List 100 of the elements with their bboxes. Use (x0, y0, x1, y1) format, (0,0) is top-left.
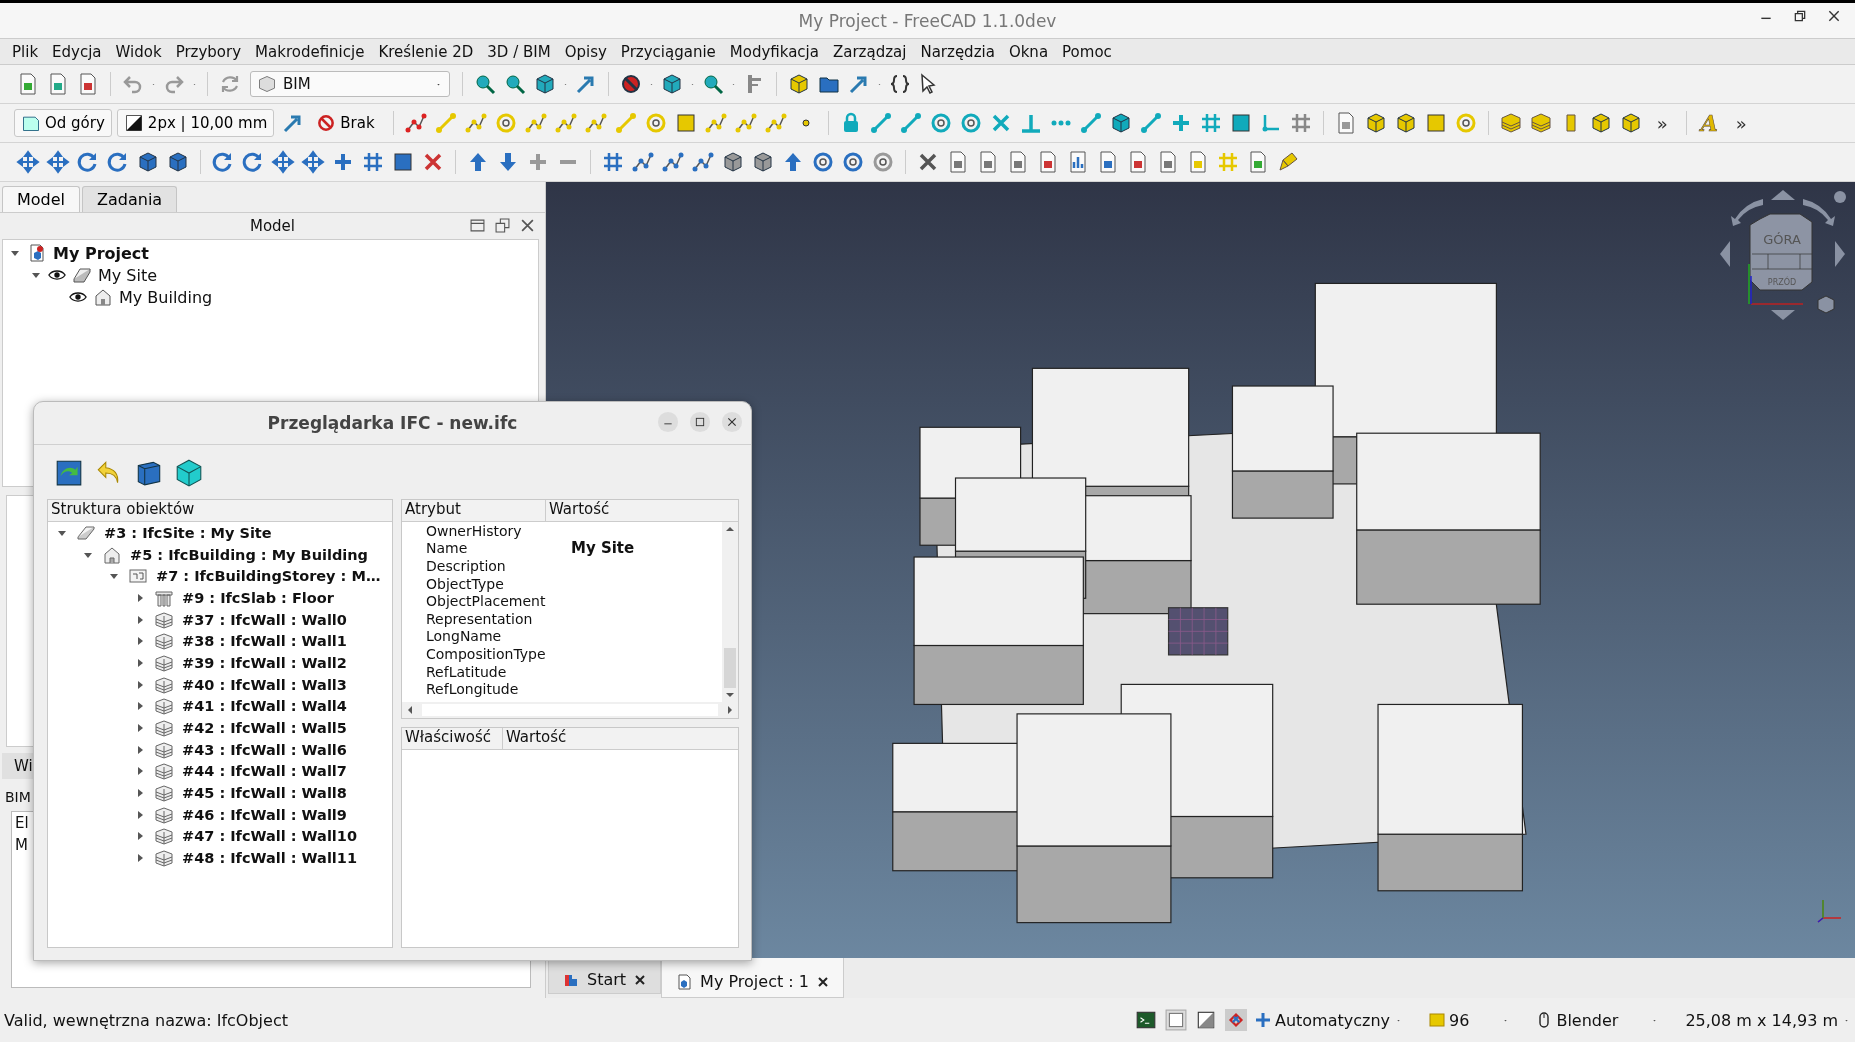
tree-item[interactable]: #41 : IfcWall : Wall4 (182, 698, 347, 715)
close-icon[interactable] (816, 975, 829, 988)
attribute-name: OwnerHistory (426, 522, 523, 539)
menu-item[interactable]: Narzędzia (920, 42, 995, 61)
menu-item[interactable]: Widok (115, 42, 162, 61)
float-icon[interactable] (495, 218, 510, 233)
mouse-style-dropdown[interactable]: Blender (1536, 1010, 1660, 1030)
close-icon[interactable] (520, 218, 535, 233)
close-icon[interactable] (634, 973, 647, 986)
panel-tab[interactable]: Zadania (82, 186, 178, 212)
tree-item[interactable]: #7 : IfcBuildingStorey : M… (156, 568, 381, 585)
attribute-name: Representation (426, 610, 534, 627)
menu-item[interactable]: Plik (12, 42, 39, 61)
scroll-thumb[interactable] (724, 648, 736, 688)
scroll-up-icon[interactable] (725, 525, 735, 533)
more-tools-button[interactable]: » (1646, 112, 1678, 134)
tree-item[interactable]: #39 : IfcWall : Wall2 (182, 654, 347, 671)
attribute-name: CompositionType (426, 645, 547, 662)
tree-item[interactable]: #48 : IfcWall : Wall11 (182, 850, 357, 867)
menu-item[interactable]: Przybory (175, 42, 242, 61)
eye-icon[interactable] (69, 291, 87, 303)
list-item[interactable]: M (15, 834, 28, 856)
column-header: Struktura obiektów (48, 500, 392, 522)
window-title: My Project - FreeCAD 1.1.0dev (798, 10, 1057, 31)
column-header: El (15, 813, 29, 834)
attribute-value: My Site (571, 539, 635, 558)
column-header: Wartość (548, 500, 611, 520)
tree-item[interactable]: My Project (53, 243, 149, 263)
workbench-dropdown[interactable]: BIM (250, 71, 450, 97)
building-icon (93, 287, 113, 307)
ifc-icon[interactable] (1224, 1009, 1247, 1031)
close-icon[interactable] (721, 411, 743, 433)
menu-item[interactable]: 3D / BIM (487, 42, 551, 61)
tree-item[interactable]: #42 : IfcWall : Wall5 (182, 720, 347, 737)
move-icon (1254, 1012, 1271, 1028)
column-header: Atrybut (402, 500, 546, 521)
line-style-button[interactable]: 2px | 10,00 mm (116, 109, 275, 137)
report-view-icon[interactable] (1164, 1009, 1187, 1031)
dialog-title: Przeglądarka IFC - new.ifc (267, 413, 518, 433)
menu-item[interactable]: Przyciąganie (620, 42, 716, 61)
prohibited-icon (316, 113, 337, 133)
tree-item[interactable]: #37 : IfcWall : Wall0 (182, 611, 347, 628)
attribute-name: RefLatitude (426, 663, 508, 680)
tree-item[interactable]: #45 : IfcWall : Wall8 (182, 785, 347, 802)
panel-title: Model (249, 217, 295, 235)
page-dropdown[interactable]: 96 (1429, 1010, 1511, 1030)
navigation-style-dropdown[interactable]: Automatyczny (1254, 1010, 1404, 1030)
tree-item[interactable]: My Site (98, 265, 158, 285)
restore-icon[interactable] (1793, 9, 1807, 23)
tree-item[interactable]: #5 : IfcBuilding : My Building (130, 546, 368, 563)
view-button[interactable]: Od góry (14, 109, 112, 137)
panel-title: BIM (4, 788, 32, 807)
move-icon[interactable] (269, 148, 297, 176)
menu-item[interactable]: Zarządzaj (832, 42, 907, 61)
project-icon (27, 243, 47, 263)
menu-item[interactable]: Edycja (52, 42, 102, 61)
menu-item[interactable]: Makrodefinicje (255, 42, 365, 61)
terminal-icon[interactable] (1134, 1009, 1157, 1031)
maximize-icon[interactable] (689, 411, 711, 433)
attribute-name: LongName (426, 628, 503, 645)
attribute-name: RefLongitude (426, 681, 520, 698)
tree-item[interactable]: #46 : IfcWall : Wall9 (182, 806, 347, 823)
tree-item[interactable]: #9 : IfcSlab : Floor (182, 589, 334, 606)
tree-item[interactable]: My Building (119, 287, 213, 307)
tree-item[interactable]: #38 : IfcWall : Wall1 (182, 633, 347, 650)
status-message: Valid, wewnętrzna nazwa: IfcObject (4, 1010, 288, 1030)
menu-item[interactable]: Modyfikacja (729, 42, 819, 61)
scroll-left-icon[interactable] (406, 705, 414, 715)
scroll-down-icon[interactable] (725, 691, 735, 699)
line-color-icon (123, 113, 144, 133)
panel-tab[interactable]: Model (2, 186, 81, 212)
more-tools-button[interactable]: » (1725, 112, 1757, 134)
menu-item[interactable]: Kreślenie 2D (378, 42, 474, 61)
document-tab[interactable]: My Project : 1 (661, 958, 844, 998)
site-icon (72, 265, 92, 285)
attribute-name: ObjectPlacement (426, 593, 547, 610)
tree-item[interactable]: #3 : IfcSite : My Site (104, 524, 272, 541)
move-icon[interactable] (299, 148, 327, 176)
dimensions-dropdown[interactable]: 25,08 m x 14,93 m (1685, 1010, 1851, 1030)
attribute-name: Description (426, 558, 507, 574)
tree-item[interactable]: #47 : IfcWall : Wall10 (182, 828, 357, 845)
menu-item[interactable]: Opisy (564, 42, 607, 61)
snap-style-button[interactable]: Brak (309, 109, 382, 137)
document-icon (676, 973, 693, 990)
eye-icon[interactable] (48, 269, 66, 281)
scroll-right-icon[interactable] (726, 705, 734, 715)
collapse-icon[interactable] (470, 218, 485, 233)
menu-item[interactable]: Okna (1008, 42, 1049, 61)
tree-item[interactable]: #44 : IfcWall : Wall7 (182, 763, 347, 780)
attribute-name: Name (426, 540, 469, 557)
building-model-drawing[interactable] (892, 282, 1541, 924)
tree-item[interactable]: #40 : IfcWall : Wall3 (182, 676, 347, 693)
move-icon[interactable] (44, 148, 72, 176)
tree-item[interactable]: #43 : IfcWall : Wall6 (182, 741, 347, 758)
move-icon[interactable] (14, 148, 42, 176)
menu-item[interactable]: Pomoc (1062, 42, 1112, 61)
square-icon (1429, 1012, 1446, 1028)
attribute-name: ObjectType (426, 575, 505, 592)
column-header: Właściwość (402, 728, 503, 749)
close-icon[interactable] (1827, 9, 1841, 23)
